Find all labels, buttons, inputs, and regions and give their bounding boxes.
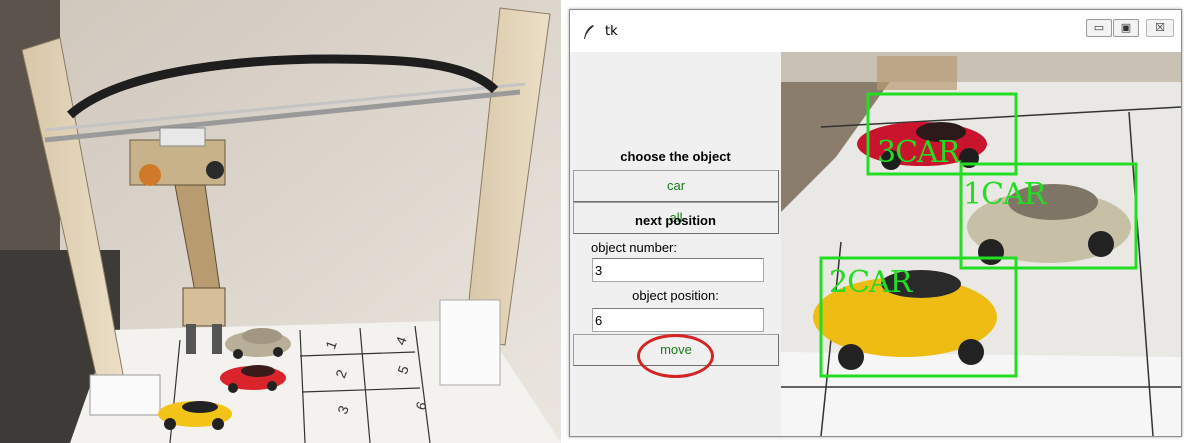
object-position-input[interactable] <box>592 308 764 332</box>
gantry-robot-photo: 1 4 2 5 3 6 <box>0 0 561 443</box>
camera-feed: 3CAR 1CAR 2CAR <box>781 52 1181 436</box>
gripper-mount <box>182 287 226 327</box>
object-number-label: object number: <box>591 240 677 255</box>
minimize-icon: ▭ <box>1093 21 1105 34</box>
window-title: tk <box>605 24 618 39</box>
tk-window: tk ▭ ▣ ☒ choose the object car all next … <box>569 9 1182 437</box>
gripper-finger <box>186 324 196 354</box>
toy-car-yellow <box>158 401 232 430</box>
minimize-button[interactable]: ▭ <box>1086 19 1112 37</box>
robot-base-edge <box>877 56 957 90</box>
choose-object-label: choose the object <box>620 149 731 164</box>
next-position-label: next position <box>635 213 716 228</box>
maximize-button[interactable]: ▣ <box>1113 19 1139 37</box>
right-base-block <box>439 299 501 386</box>
object-position-label: object position: <box>632 288 719 303</box>
car-button[interactable]: car <box>573 170 779 202</box>
close-button[interactable]: ☒ <box>1146 19 1174 37</box>
detection-label: 3CAR <box>877 135 962 170</box>
detection-label: 2CAR <box>829 265 914 300</box>
title-bar[interactable]: tk ▭ ▣ ☒ <box>570 10 1181 52</box>
servo-motor <box>206 161 224 179</box>
control-panel: choose the object car all next position … <box>570 52 781 436</box>
left-base-block <box>89 374 161 416</box>
servo-motor <box>139 164 161 186</box>
highlight-ring <box>637 334 714 378</box>
gripper-finger <box>212 324 222 354</box>
top-surface <box>781 52 1181 82</box>
object-number-input[interactable] <box>592 258 764 282</box>
feather-icon <box>584 25 594 39</box>
maximize-icon: ▣ <box>1120 21 1132 34</box>
detection-label: 1CAR <box>963 177 1048 212</box>
linear-bearing <box>159 127 206 147</box>
close-icon: ☒ <box>1155 21 1165 34</box>
